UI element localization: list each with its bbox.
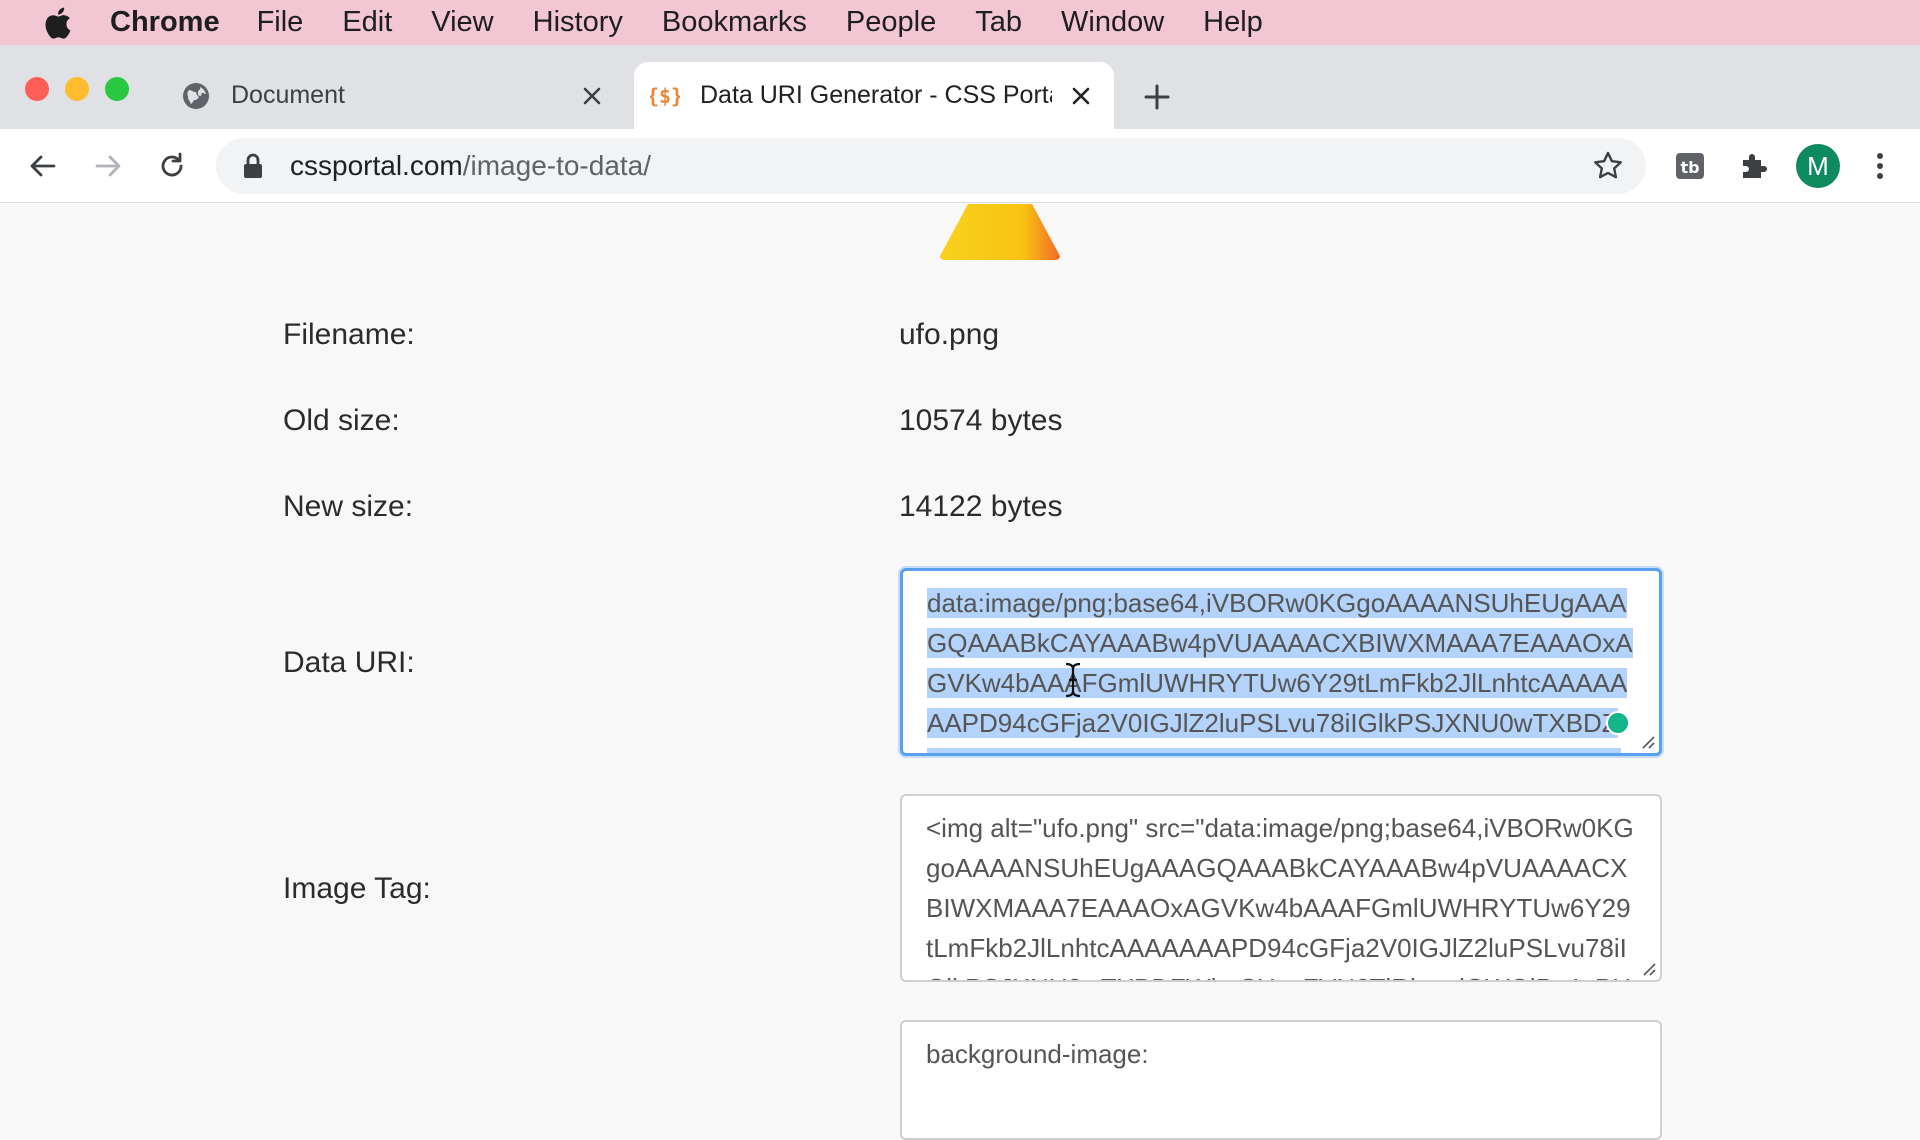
tb-extension-icon[interactable]: tb xyxy=(1674,150,1706,182)
extensions-puzzle-icon[interactable] xyxy=(1738,150,1770,182)
window-minimize-button[interactable] xyxy=(65,77,89,101)
url-domain: cssportal.com xyxy=(290,150,463,181)
data-uri-text: data:image/png;base64,iVBORw0KGgoAAAANSU… xyxy=(927,588,1633,753)
filename-label: Filename: xyxy=(283,318,415,351)
menu-window[interactable]: Window xyxy=(1061,6,1164,39)
old-size-value: 10574 bytes xyxy=(899,404,1063,437)
css-background-text: background-image: xyxy=(926,1039,1149,1069)
lock-icon[interactable] xyxy=(242,153,264,179)
image-tag-textarea[interactable]: <img alt="ufo.png" src="data:image/png;b… xyxy=(900,794,1662,982)
back-arrow-icon[interactable] xyxy=(27,150,59,182)
menu-history[interactable]: History xyxy=(533,6,623,39)
ufo-image-preview xyxy=(940,204,1060,260)
menu-app-name[interactable]: Chrome xyxy=(110,6,220,39)
close-tab-icon[interactable] xyxy=(581,85,603,107)
image-tag-label: Image Tag: xyxy=(283,872,431,905)
new-size-value: 14122 bytes xyxy=(899,490,1063,523)
css-background-textarea[interactable]: background-image: xyxy=(900,1020,1662,1140)
menu-people[interactable]: People xyxy=(846,6,936,39)
old-size-label: Old size: xyxy=(283,404,400,437)
image-tag-text: <img alt="ufo.png" src="data:image/png;b… xyxy=(926,813,1634,980)
macos-menu-bar: Chrome File Edit View History Bookmarks … xyxy=(0,0,1920,45)
text-cursor-icon xyxy=(1065,662,1081,698)
new-tab-icon[interactable] xyxy=(1142,82,1172,112)
forward-arrow-icon[interactable] xyxy=(92,150,124,182)
css-braces-icon: {$} xyxy=(650,84,680,108)
filename-value: ufo.png xyxy=(899,318,1000,351)
new-size-label: New size: xyxy=(283,490,414,523)
resize-handle-icon[interactable] xyxy=(1640,960,1656,976)
reload-icon[interactable] xyxy=(156,150,188,182)
apple-logo-icon[interactable] xyxy=(42,6,72,40)
bookmark-star-icon[interactable] xyxy=(1592,150,1624,182)
grammarly-status-icon[interactable] xyxy=(1606,711,1630,735)
data-uri-label: Data URI: xyxy=(283,646,415,679)
close-tab-icon[interactable] xyxy=(1070,85,1092,107)
menu-view[interactable]: View xyxy=(431,6,493,39)
menu-edit[interactable]: Edit xyxy=(342,6,392,39)
svg-text:tb: tb xyxy=(1680,158,1699,177)
more-menu-icon[interactable] xyxy=(1870,150,1890,182)
menu-tab[interactable]: Tab xyxy=(975,6,1022,39)
data-uri-textarea[interactable]: data:image/png;base64,iVBORw0KGgoAAAANSU… xyxy=(900,568,1662,756)
globe-icon xyxy=(183,82,209,109)
menu-file[interactable]: File xyxy=(257,6,304,39)
window-zoom-button[interactable] xyxy=(105,77,129,101)
tab-title: Data URI Generator - CSS Portal xyxy=(700,81,1052,109)
menu-bookmarks[interactable]: Bookmarks xyxy=(662,6,807,39)
tab-title: Document xyxy=(231,81,345,109)
resize-handle-icon[interactable] xyxy=(1639,733,1655,749)
address-bar[interactable]: cssportal.com/image-to-data/ xyxy=(216,138,1646,194)
url-path: /image-to-data/ xyxy=(462,150,652,181)
menu-help[interactable]: Help xyxy=(1203,6,1263,39)
url-text: cssportal.com/image-to-data/ xyxy=(290,150,651,182)
tab-document[interactable]: Document xyxy=(165,62,625,129)
svg-text:{$}: {$} xyxy=(650,84,680,108)
window-close-button[interactable] xyxy=(25,77,49,101)
profile-avatar[interactable]: M xyxy=(1796,144,1840,188)
tab-data-uri-generator[interactable]: {$} Data URI Generator - CSS Portal xyxy=(634,62,1114,129)
